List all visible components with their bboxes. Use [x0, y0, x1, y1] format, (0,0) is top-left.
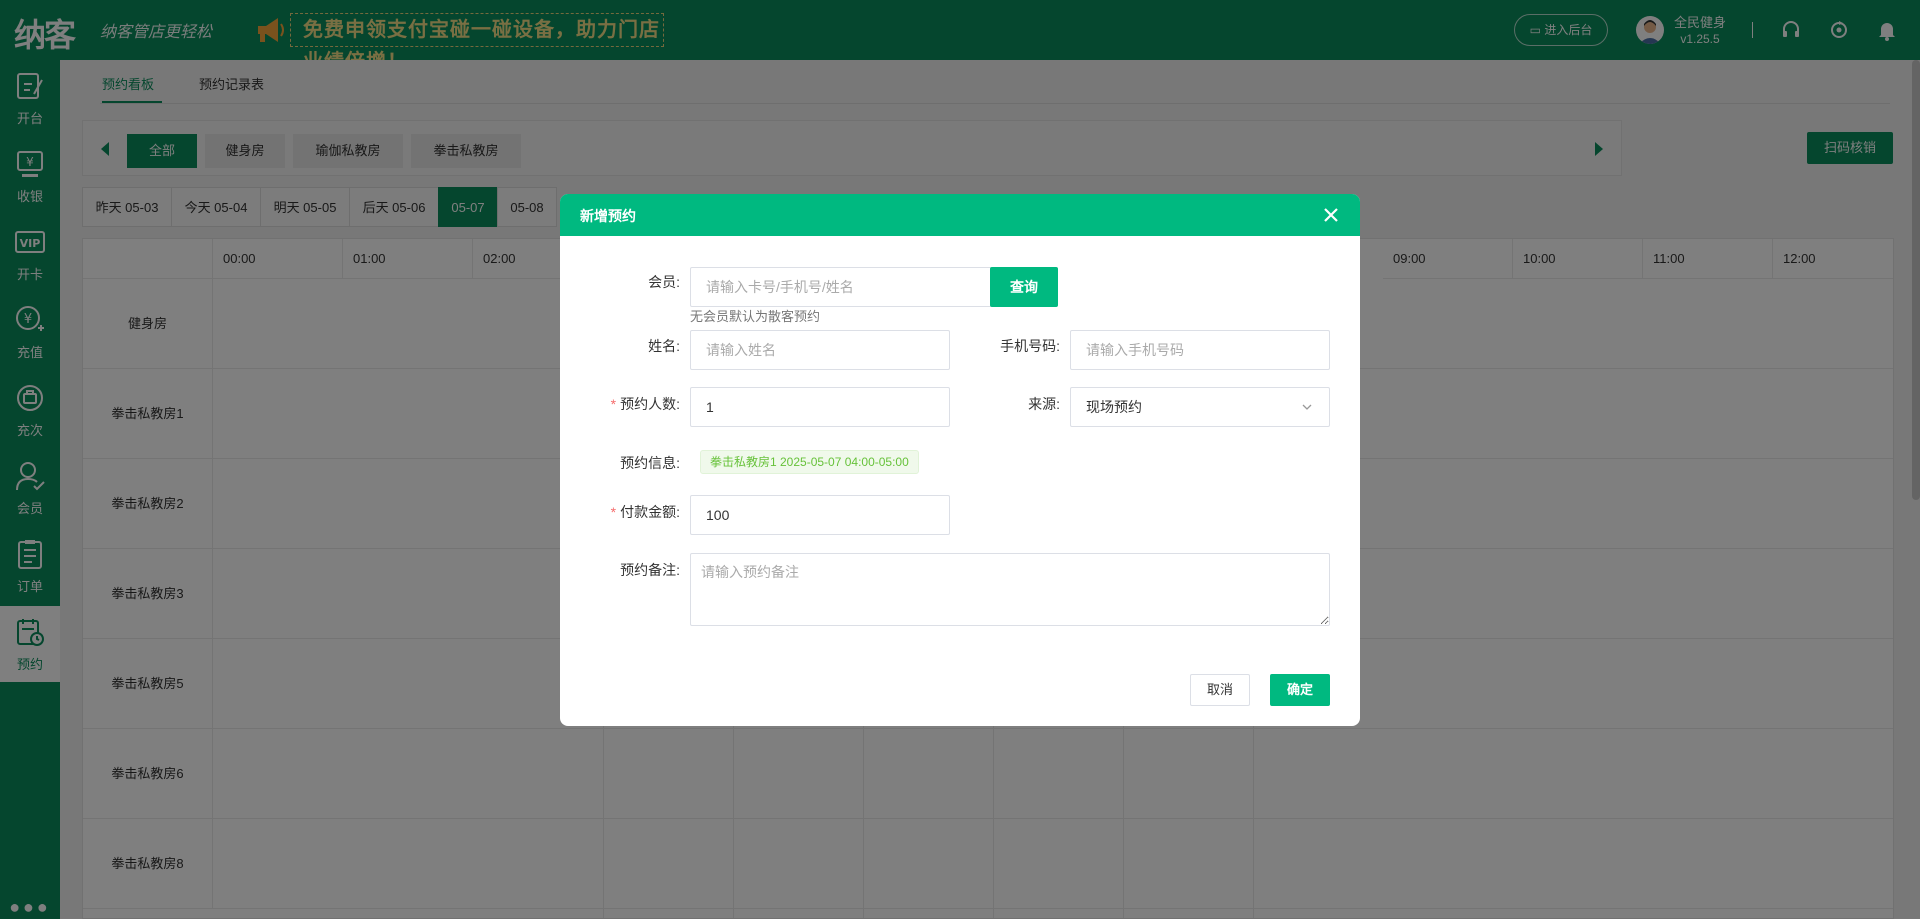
booking-info-tag: 拳击私教房1 2025-05-07 04:00-05:00 [700, 450, 919, 474]
member-label: 会员: [648, 274, 680, 290]
remark-label: 预约备注: [620, 562, 680, 578]
people-count-input[interactable] [690, 387, 950, 427]
people-count-label-text: 预约人数: [620, 396, 680, 412]
required-mark: * [610, 396, 617, 412]
source-select[interactable]: 现场预约 [1070, 387, 1330, 427]
name-input[interactable] [690, 330, 950, 370]
phone-input[interactable] [1070, 330, 1330, 370]
required-mark: * [610, 504, 617, 520]
amount-label-text: 付款金额: [620, 504, 680, 520]
booking-info-label: 预约信息: [620, 455, 680, 471]
cancel-button[interactable]: 取消 [1190, 674, 1250, 706]
remark-textarea[interactable] [690, 553, 1330, 626]
member-search-input[interactable] [690, 267, 992, 307]
dialog-header: 新增预约 [560, 194, 1360, 236]
confirm-button[interactable]: 确定 [1270, 674, 1330, 706]
member-hint: 无会员默认为散客预约 [690, 309, 821, 324]
phone-label: 手机号码: [1000, 338, 1060, 354]
source-label: 来源: [1028, 396, 1060, 412]
name-label: 姓名: [648, 338, 680, 354]
amount-input[interactable] [690, 495, 950, 535]
new-booking-dialog: 新增预约 会员: 查询 无会员默认为散客预约 姓名: 手机号码: *预约人数: … [560, 194, 1360, 726]
amount-label: * 付款金额: [590, 502, 680, 522]
close-icon[interactable] [1320, 204, 1342, 226]
chevron-down-icon [1302, 404, 1312, 410]
source-select-value: 现场预约 [1086, 399, 1142, 415]
dialog-title: 新增预约 [580, 208, 636, 224]
people-count-label: * 预约人数: [590, 394, 680, 414]
query-button[interactable]: 查询 [990, 267, 1058, 307]
